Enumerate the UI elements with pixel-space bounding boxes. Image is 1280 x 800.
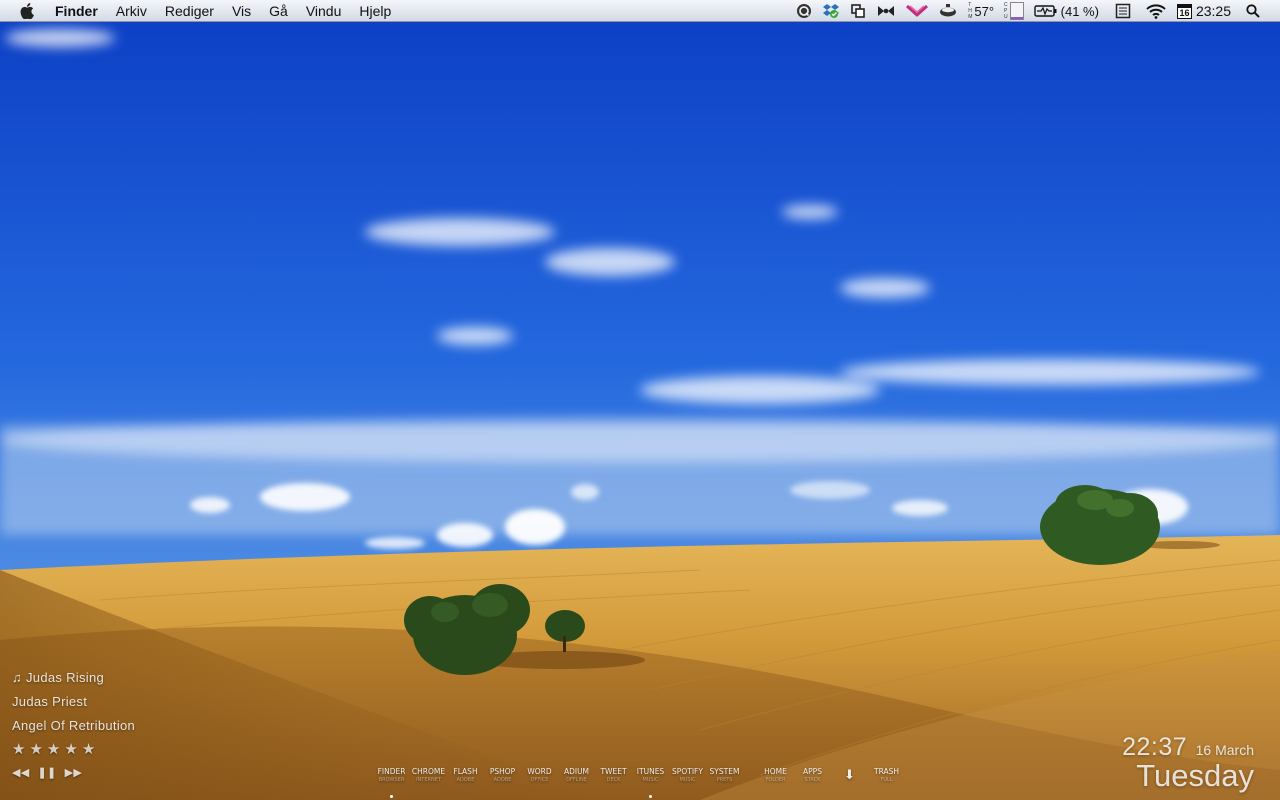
menu-app-finder[interactable]: Finder [46, 0, 107, 22]
menu-vis[interactable]: Vis [223, 0, 260, 22]
clipboard-icon[interactable] [1110, 0, 1136, 22]
star-icon[interactable]: ★ [47, 741, 64, 758]
running-indicator [390, 795, 393, 798]
star-icon[interactable]: ★ [82, 741, 99, 758]
spaces-icon[interactable] [845, 0, 871, 22]
playback-controls: ◀◀ ❚❚ ▶▶ [12, 766, 135, 779]
menu-rediger[interactable]: Rediger [156, 0, 223, 22]
caffeine-icon[interactable] [933, 0, 963, 22]
dock-item-photoshop[interactable]: PSHOP ADOBE [484, 766, 521, 800]
music-note-icon: ♫ [12, 670, 23, 685]
running-indicator [649, 795, 652, 798]
dock-item-tweetdeck[interactable]: TWEET DECK [595, 766, 632, 800]
now-playing-widget: ♫ Judas Rising Judas Priest Angel Of Ret… [12, 668, 135, 779]
pause-icon[interactable]: ❚❚ [38, 766, 57, 779]
temperature-value: 57° [974, 3, 995, 19]
dock-item-chrome[interactable]: CHROME INTERNET [410, 766, 447, 800]
star-icon[interactable]: ★ [64, 741, 81, 758]
downloads-arrow-icon: ⬇ [844, 768, 855, 783]
status-tray: THM 57° CPU (41 %) 16 23:25 [791, 0, 1280, 22]
quicksilver-icon[interactable] [791, 0, 817, 22]
next-track-icon[interactable]: ▶▶ [65, 766, 83, 779]
spotlight-icon[interactable] [1241, 0, 1280, 22]
battery-percent: (41 %) [1060, 3, 1099, 19]
calendar-icon[interactable]: 16 [1172, 0, 1194, 22]
dock-item-home[interactable]: HOME FOLDER [757, 766, 794, 800]
dock: FINDER BROWSER CHROME INTERNET FLASH ADO… [373, 766, 905, 800]
artist-name: Judas Priest [12, 694, 88, 709]
clock-time: 22:37 [1122, 733, 1188, 761]
rating-stars[interactable]: ★★★★★ [12, 740, 135, 764]
wifi-icon[interactable] [1140, 0, 1172, 22]
track-line: ♫ Judas Rising [12, 668, 135, 692]
dock-item-word[interactable]: WORD OFFICE [521, 766, 558, 800]
clock-widget: 22:37 16 March Tuesday [1122, 733, 1254, 791]
dock-item-apps[interactable]: APPS STACK [794, 766, 831, 800]
dock-item-itunes[interactable]: ITUNES MUSIC [632, 766, 669, 800]
album-name: Angel Of Retribution [12, 718, 136, 733]
star-icon[interactable]: ★ [12, 741, 29, 758]
dock-item-system-prefs[interactable]: SYSTEM PREFS [706, 766, 743, 800]
growl-icon[interactable] [871, 0, 901, 22]
mail-check-icon[interactable] [901, 0, 933, 22]
cpu-meter-icon[interactable]: CPU [999, 0, 1029, 22]
dock-item-spotify[interactable]: SPOTIFY MUSIC [669, 766, 706, 800]
dropbox-icon[interactable] [817, 0, 845, 22]
menu-hjelp[interactable]: Hjelp [350, 0, 400, 22]
menu-bar: Finder Arkiv Rediger Vis Gå Vindu Hjelp … [0, 0, 1280, 22]
dock-item-trash[interactable]: TRASH FULL [868, 766, 905, 800]
desktop-wallpaper [0, 0, 1280, 800]
landscape-image [0, 0, 1280, 800]
calendar-day: 16 [1179, 7, 1190, 18]
track-title: Judas Rising [25, 670, 105, 685]
star-icon[interactable]: ★ [29, 741, 46, 758]
menu-vindu[interactable]: Vindu [297, 0, 351, 22]
dock-item-finder[interactable]: FINDER BROWSER [373, 766, 410, 800]
clock-date: 16 March [1195, 742, 1254, 758]
battery-icon[interactable]: (41 %) [1029, 0, 1104, 22]
menubar-clock[interactable]: 23:25 [1194, 0, 1241, 22]
temperature-icon[interactable]: THM 57° [963, 0, 999, 22]
previous-track-icon[interactable]: ◀◀ [12, 766, 30, 779]
dock-item-flash[interactable]: FLASH ADOBE [447, 766, 484, 800]
clock-day: Tuesday [1136, 758, 1254, 793]
apple-logo-icon[interactable] [18, 2, 36, 20]
menu-ga[interactable]: Gå [260, 0, 297, 22]
menu-arkiv[interactable]: Arkiv [107, 0, 156, 22]
dock-item-downloads[interactable]: ⬇ [831, 766, 868, 800]
dock-item-adium[interactable]: ADIUM OFFLINE [558, 766, 595, 800]
